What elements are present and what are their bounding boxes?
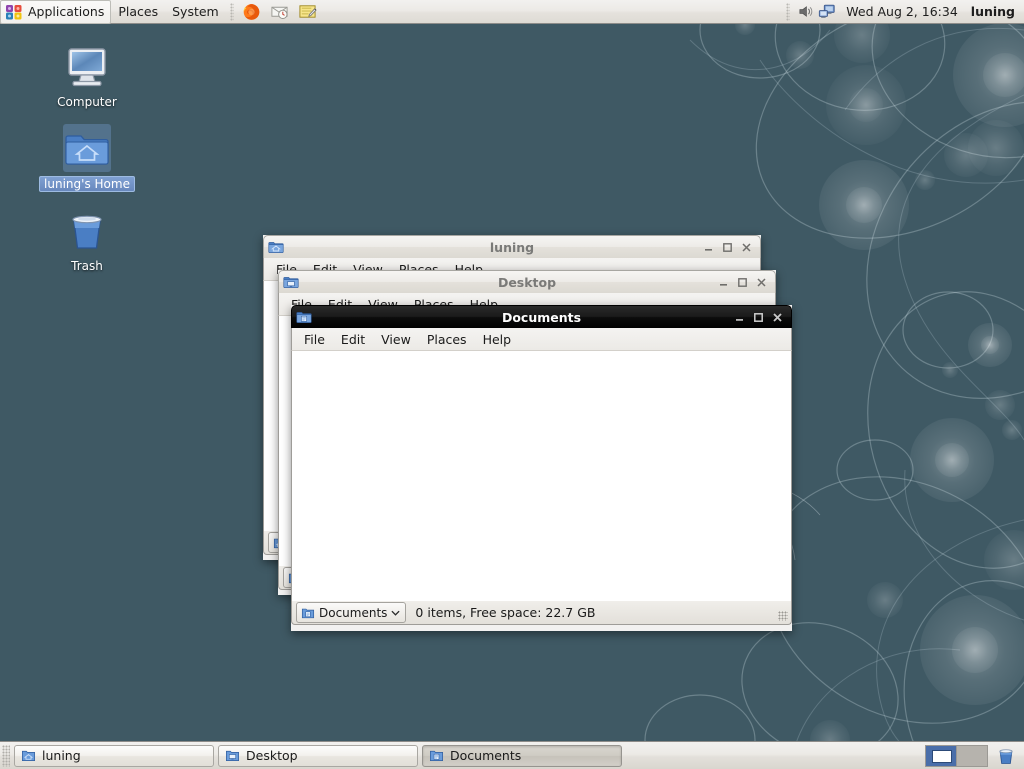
trash-icon xyxy=(996,746,1016,766)
minimize-icon[interactable] xyxy=(733,311,746,324)
trash-icon-wrap xyxy=(63,206,111,254)
statusbar-documents[interactable]: Documents 0 items, Free space: 22.7 GB xyxy=(291,601,792,625)
desktop-icon-computer[interactable]: Computer xyxy=(32,42,142,110)
task-button-luning-label: luning xyxy=(42,748,81,763)
menu-file[interactable]: File xyxy=(296,329,333,350)
home-folder-icon xyxy=(63,124,111,172)
maximize-icon[interactable] xyxy=(736,276,749,289)
desktop-icon-home-label: luning's Home xyxy=(39,176,135,192)
close-icon[interactable] xyxy=(771,311,784,324)
menu-places[interactable]: Places xyxy=(419,329,475,350)
workspace-1[interactable] xyxy=(926,746,957,766)
trash-applet[interactable] xyxy=(994,744,1018,768)
window-documents[interactable]: Documents File Edit View Places Help xyxy=(291,305,792,631)
window-title-desktop: Desktop xyxy=(279,275,775,290)
desktop[interactable]: Applications Places System xyxy=(0,0,1024,769)
desktop-icon-trash[interactable]: Trash xyxy=(32,206,142,274)
menu-system[interactable]: System xyxy=(165,0,226,24)
launcher-firefox[interactable] xyxy=(240,0,264,24)
launcher-text-editor[interactable] xyxy=(296,0,320,24)
menu-edit[interactable]: Edit xyxy=(333,329,373,350)
menu-applications[interactable]: Applications xyxy=(0,0,111,24)
maximize-icon[interactable] xyxy=(752,311,765,324)
documents-folder-icon xyxy=(429,748,444,763)
workspace-window-preview xyxy=(932,750,952,763)
window-title-luning: luning xyxy=(264,240,760,255)
desktop-folder-icon xyxy=(283,274,299,290)
text-editor-icon xyxy=(298,2,317,21)
task-button-documents[interactable]: Documents xyxy=(422,745,622,767)
menubar-documents[interactable]: File Edit View Places Help xyxy=(291,328,792,351)
titlebar-documents[interactable]: Documents xyxy=(291,305,792,328)
titlebar-buttons-documents[interactable] xyxy=(733,311,789,324)
status-text-documents: 0 items, Free space: 22.7 GB xyxy=(415,605,595,620)
workspace-2[interactable] xyxy=(957,746,987,766)
volume-icon[interactable] xyxy=(794,2,816,22)
desktop-folder-icon xyxy=(225,748,240,763)
menu-places-label: Places xyxy=(118,4,158,19)
desktop-icon-computer-label: Computer xyxy=(53,94,121,110)
top-panel[interactable]: Applications Places System xyxy=(0,0,1024,24)
tray-separator xyxy=(786,3,790,21)
resize-grip[interactable] xyxy=(778,611,788,621)
titlebar-desktop[interactable]: Desktop xyxy=(278,270,776,293)
menu-view[interactable]: View xyxy=(373,329,419,350)
user-menu[interactable]: luning xyxy=(966,1,1024,22)
path-combo-label-documents: Documents xyxy=(319,606,387,620)
computer-icon xyxy=(63,42,111,90)
show-desktop-button[interactable] xyxy=(2,745,10,767)
menu-help[interactable]: Help xyxy=(475,329,520,350)
evolution-mail-icon xyxy=(270,2,289,21)
workspace-switcher[interactable] xyxy=(925,745,988,767)
titlebar-buttons-desktop[interactable] xyxy=(717,276,773,289)
window-title-documents: Documents xyxy=(292,310,791,325)
desktop-icon-trash-label: Trash xyxy=(67,258,107,274)
firefox-icon xyxy=(242,2,261,21)
task-button-documents-label: Documents xyxy=(450,748,521,763)
clock[interactable]: Wed Aug 2, 16:34 xyxy=(838,1,966,22)
bottom-panel[interactable]: luning Desktop Documents xyxy=(0,741,1024,769)
home-folder-icon-wrap xyxy=(63,124,111,172)
trash-icon xyxy=(63,206,111,254)
panel-separator xyxy=(230,3,234,21)
home-folder-icon xyxy=(268,239,284,255)
close-icon[interactable] xyxy=(740,241,753,254)
fileview-documents[interactable] xyxy=(291,351,792,601)
titlebar-luning[interactable]: luning xyxy=(263,235,761,258)
desktop-icon-home[interactable]: luning's Home xyxy=(32,124,142,192)
close-icon[interactable] xyxy=(755,276,768,289)
launcher-evolution[interactable] xyxy=(268,0,292,24)
computer-icon-wrap xyxy=(63,42,111,90)
menu-applications-label: Applications xyxy=(28,4,104,19)
documents-folder-icon xyxy=(301,606,315,620)
minimize-icon[interactable] xyxy=(702,241,715,254)
task-button-desktop-label: Desktop xyxy=(246,748,298,763)
titlebar-buttons-luning[interactable] xyxy=(702,241,758,254)
home-folder-icon xyxy=(21,748,36,763)
chevron-down-icon xyxy=(391,610,400,616)
task-button-desktop[interactable]: Desktop xyxy=(218,745,418,767)
menu-system-label: System xyxy=(172,4,219,19)
window-list[interactable]: luning Desktop Documents xyxy=(12,745,774,767)
maximize-icon[interactable] xyxy=(721,241,734,254)
network-icon[interactable] xyxy=(816,2,838,22)
minimize-icon[interactable] xyxy=(717,276,730,289)
task-button-luning[interactable]: luning xyxy=(14,745,214,767)
path-combo-documents[interactable]: Documents xyxy=(296,602,406,623)
gnome-foot-icon xyxy=(5,3,23,21)
menu-places[interactable]: Places xyxy=(111,0,165,24)
documents-folder-icon xyxy=(296,309,312,325)
